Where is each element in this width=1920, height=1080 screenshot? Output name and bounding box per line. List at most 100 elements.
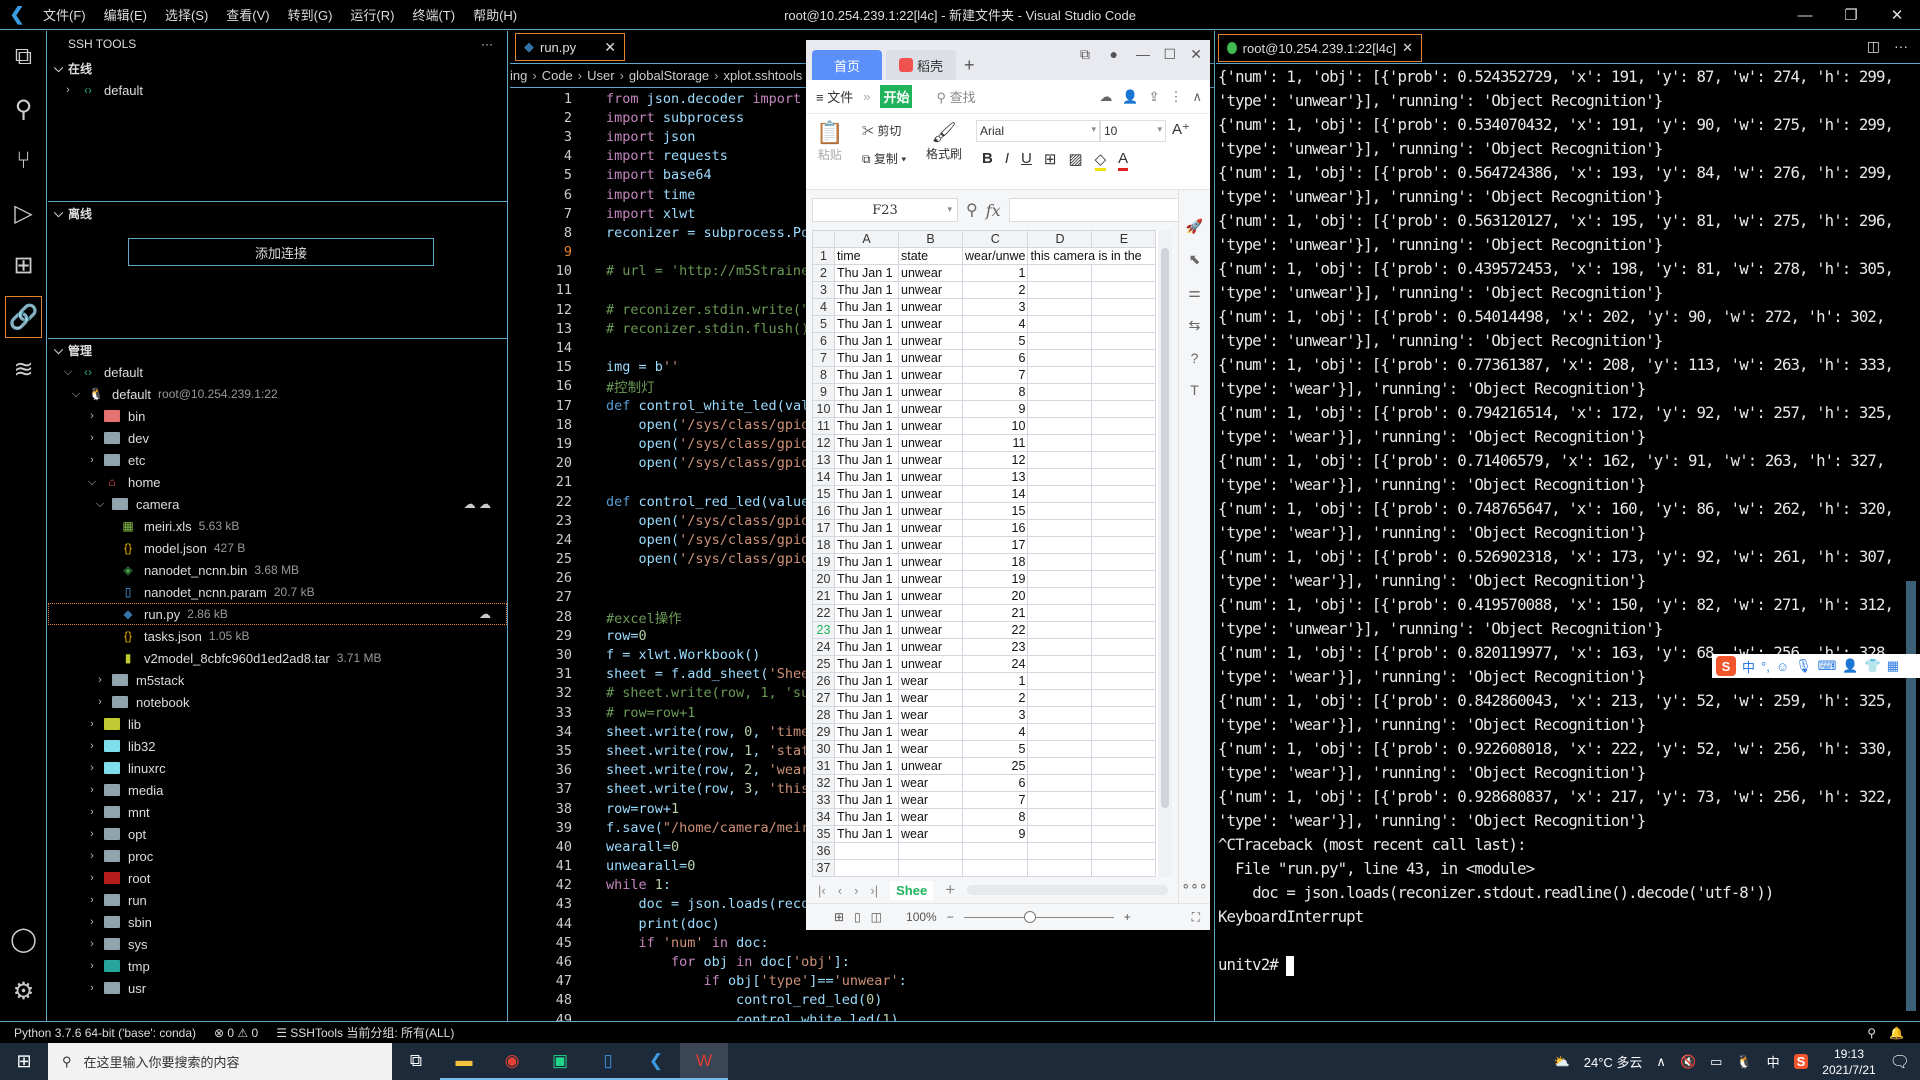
cell[interactable] — [1027, 519, 1093, 537]
group-default[interactable]: ⌵ ‹› default — [48, 361, 507, 383]
extensions-icon[interactable]: ⊞ — [0, 239, 47, 291]
row-header[interactable]: 7 — [812, 349, 835, 367]
cell[interactable]: 5 — [961, 740, 1029, 758]
next-sheet-icon[interactable]: › — [854, 883, 858, 898]
cell[interactable] — [1091, 383, 1157, 401]
battery-icon[interactable]: ▭ — [1710, 1054, 1722, 1070]
font-family-select[interactable]: Arial ▾ — [976, 120, 1100, 142]
cell[interactable]: wear — [898, 740, 963, 758]
cell[interactable] — [1091, 281, 1157, 299]
cell[interactable] — [898, 842, 963, 860]
tree-folder[interactable]: › media — [48, 779, 507, 801]
cell[interactable] — [1027, 604, 1093, 622]
notifications-bell-icon[interactable]: 🔔 — [1889, 1026, 1904, 1040]
tab-run-py[interactable]: ◆ run.py ✕ — [515, 33, 625, 61]
cell[interactable] — [1091, 519, 1157, 537]
weather-text[interactable]: 24°C 多云 — [1584, 1052, 1643, 1071]
row-header[interactable]: 8 — [812, 366, 835, 384]
start-tab[interactable]: 开始 — [880, 85, 913, 108]
cell[interactable]: 5 — [961, 332, 1029, 350]
close-tab-button[interactable]: ✕ — [604, 39, 616, 56]
menu-item[interactable]: 查看(V) — [217, 5, 278, 24]
normal-view-icon[interactable]: ⊞ — [834, 910, 844, 924]
cell[interactable]: Thu Jan 1 — [834, 485, 899, 503]
name-box[interactable]: F23 ▾ — [812, 198, 958, 222]
breadcrumb-item[interactable]: xplot.sshtools — [724, 68, 803, 83]
row-header[interactable]: 19 — [812, 553, 835, 571]
section-manage[interactable]: ⌵ 管理 — [48, 339, 507, 361]
fx-icon[interactable]: fx — [986, 201, 1001, 220]
share-user-icon[interactable]: 👤 — [1122, 89, 1138, 105]
cell[interactable]: Thu Jan 1 — [834, 400, 899, 418]
find-button[interactable]: ⚲ 查找 — [936, 87, 975, 106]
close-tab-button[interactable]: ✕ — [1402, 40, 1413, 56]
row-header[interactable]: 11 — [812, 417, 835, 435]
cell[interactable]: Thu Jan 1 — [834, 621, 899, 639]
tab-docer[interactable]: 稻壳 — [886, 50, 956, 80]
cell[interactable]: 8 — [961, 383, 1029, 401]
cell[interactable] — [1091, 553, 1157, 571]
fill-color-icon[interactable]: ◇ — [1094, 150, 1107, 171]
cell[interactable]: Thu Jan 1 — [834, 315, 899, 333]
qq-icon[interactable]: 🐧 — [1736, 1054, 1752, 1070]
cell[interactable] — [1027, 281, 1093, 299]
cell[interactable]: Thu Jan 1 — [834, 434, 899, 452]
horizontal-scrollbar[interactable] — [967, 885, 1168, 895]
cell[interactable] — [1027, 315, 1093, 333]
cell[interactable] — [1091, 417, 1157, 435]
row-header[interactable]: 6 — [812, 332, 835, 350]
code-line[interactable]: 49 control_white_led(1) — [510, 1010, 1214, 1021]
cell[interactable] — [1091, 723, 1157, 741]
cell[interactable]: unwear — [898, 621, 963, 639]
vertical-scrollbar[interactable] — [1158, 230, 1172, 877]
cell[interactable]: Thu Jan 1 — [834, 519, 899, 537]
breadcrumb-item[interactable]: globalStorage — [629, 68, 709, 83]
cell[interactable]: unwear — [898, 383, 963, 401]
tree-folder[interactable]: › linuxrc — [48, 757, 507, 779]
cell[interactable] — [1027, 587, 1093, 605]
cell[interactable]: unwear — [898, 451, 963, 469]
menu-item[interactable]: 运行(R) — [341, 5, 403, 24]
cell[interactable]: Thu Jan 1 — [834, 791, 899, 809]
split-editor-icon[interactable]: ◫ — [1867, 38, 1880, 55]
column-header[interactable]: B — [898, 230, 963, 248]
cell[interactable]: Thu Jan 1 — [834, 706, 899, 724]
cell[interactable] — [1027, 740, 1093, 758]
python-interpreter[interactable]: Python 3.7.6 64-bit ('base': conda) — [14, 1026, 196, 1040]
cell[interactable]: unwear — [898, 485, 963, 503]
cell[interactable]: 25 — [961, 757, 1029, 775]
sogou-icon[interactable]: S — [1793, 1054, 1809, 1069]
row-header[interactable]: 16 — [812, 502, 835, 520]
row-header[interactable]: 20 — [812, 570, 835, 588]
cell[interactable] — [1091, 332, 1157, 350]
font-color-icon[interactable]: A — [1118, 150, 1129, 171]
tree-folder[interactable]: › etc — [48, 449, 507, 471]
tree-folder[interactable]: › bin — [48, 405, 507, 427]
cell[interactable]: wear — [898, 672, 963, 690]
cell[interactable] — [1091, 825, 1157, 843]
sheet-tab[interactable]: Shee — [890, 880, 934, 900]
cell[interactable]: unwear — [898, 366, 963, 384]
sshtools-group[interactable]: ☰ SSHTools 当前分组: 所有(ALL) — [276, 1024, 454, 1041]
row-header[interactable]: 2 — [812, 264, 835, 282]
more-actions-button[interactable]: ··· — [481, 37, 493, 51]
cell[interactable] — [1027, 808, 1093, 826]
row-header[interactable]: 26 — [812, 672, 835, 690]
prev-sheet-icon[interactable]: ‹ — [838, 883, 842, 898]
cell[interactable]: wear/unwe — [961, 247, 1029, 265]
zoom-out-button[interactable]: − — [947, 910, 954, 924]
phone-app-icon[interactable]: ▯ — [584, 1043, 632, 1080]
cell[interactable]: Thu Jan 1 — [834, 468, 899, 486]
terminal-scrollbar[interactable] — [1906, 581, 1916, 1011]
cell[interactable]: Thu Jan 1 — [834, 349, 899, 367]
cloud-sync-icon[interactable]: ☁ — [479, 607, 491, 621]
row-header[interactable]: 34 — [812, 808, 835, 826]
tree-folder[interactable]: › root — [48, 867, 507, 889]
row-header[interactable]: 33 — [812, 791, 835, 809]
cell[interactable] — [1027, 638, 1093, 656]
tree-folder[interactable]: › proc — [48, 845, 507, 867]
code-line[interactable]: 48 control_red_led(0) — [510, 991, 1214, 1010]
spreadsheet-grid[interactable]: ABCDE 1 time state wear/unwe this camera is … — [812, 230, 1158, 877]
code-line[interactable]: 46 for obj in doc['obj']: — [510, 952, 1214, 971]
cell[interactable]: wear — [898, 774, 963, 792]
